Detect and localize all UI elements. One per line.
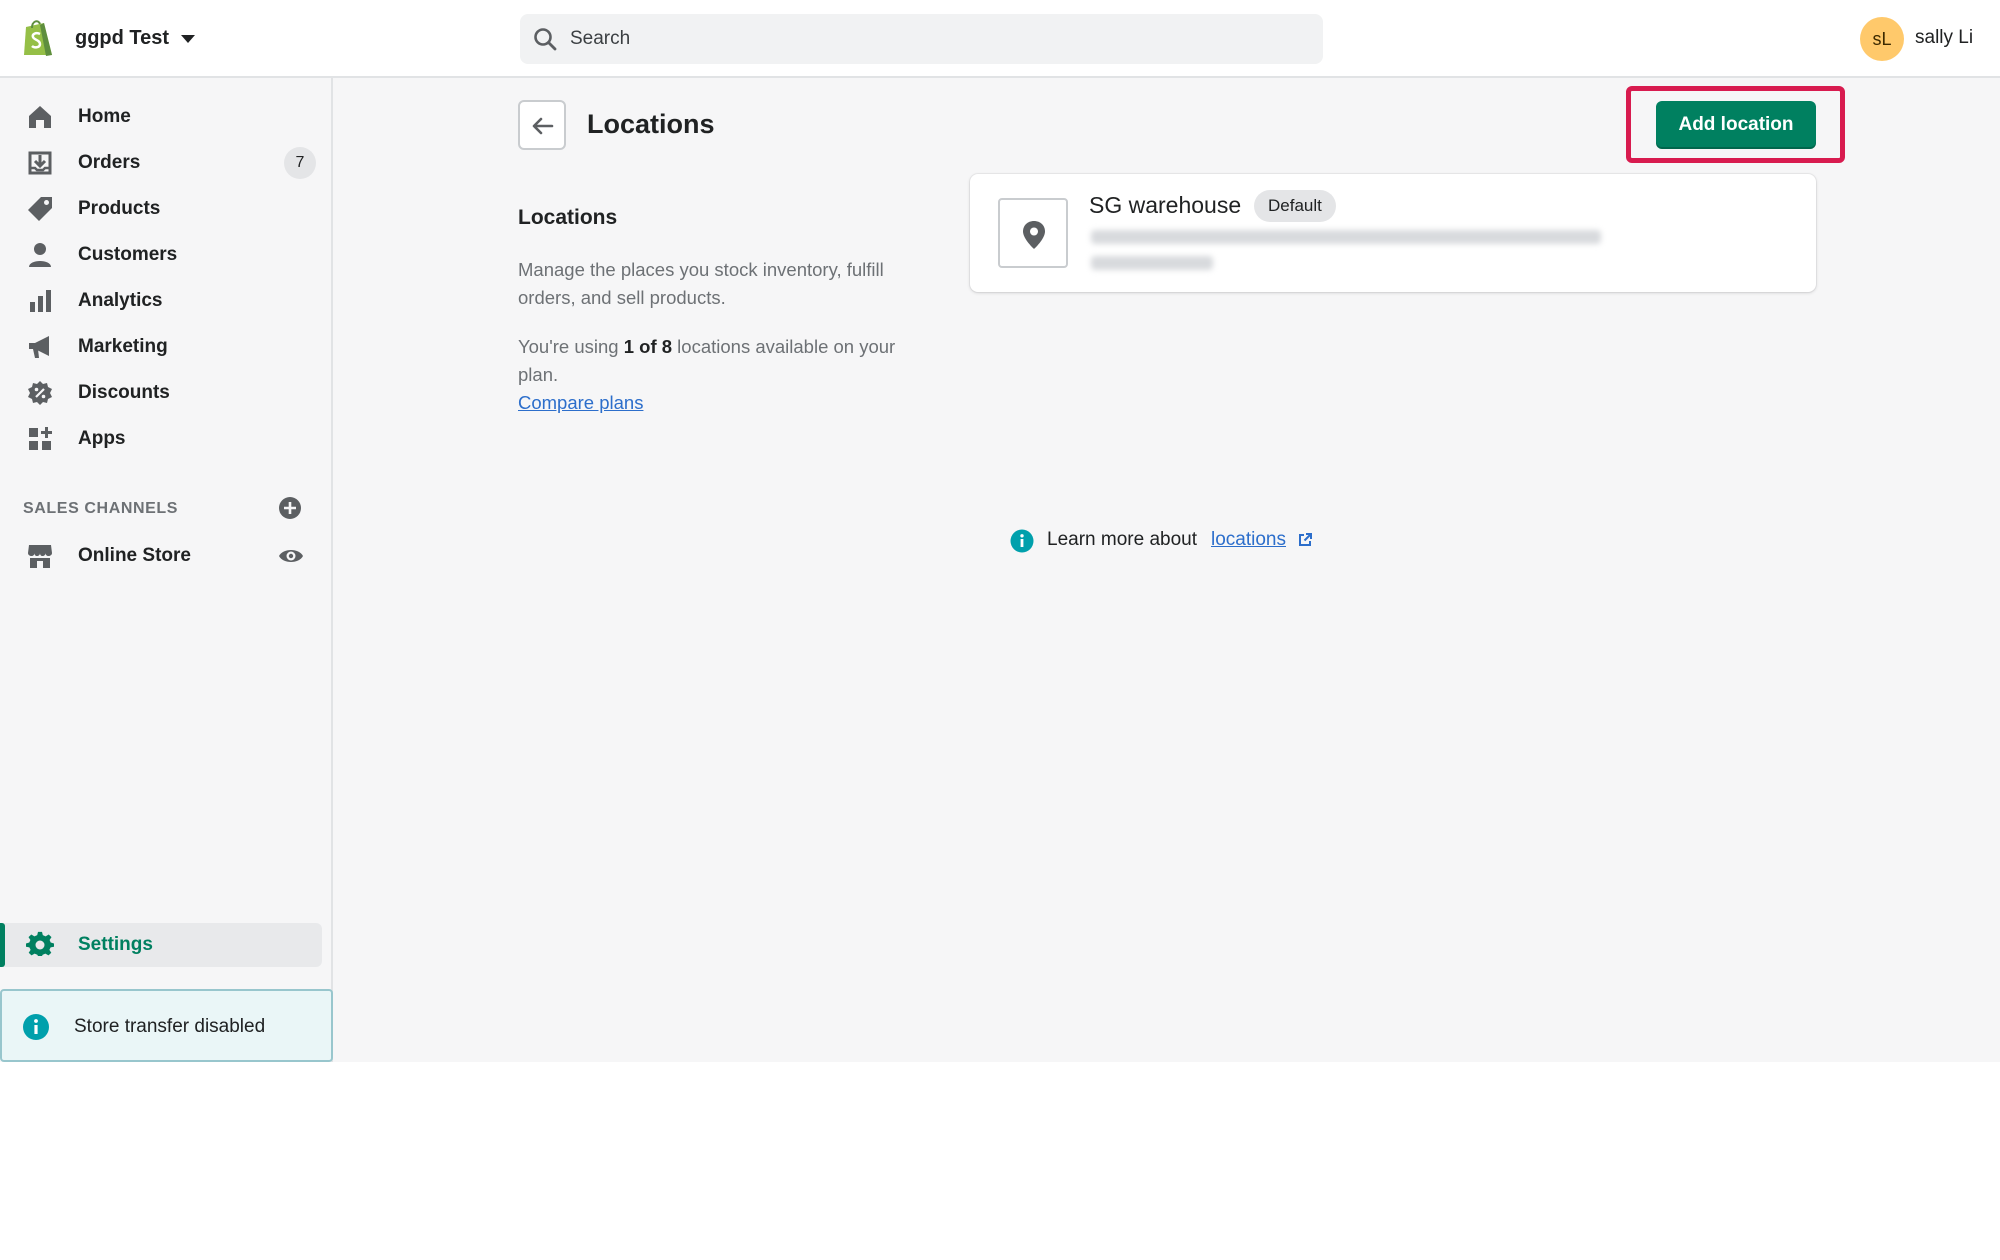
back-button[interactable] xyxy=(518,100,566,150)
sidebar-item-discounts[interactable]: Discounts xyxy=(0,371,320,415)
sidebar-item-online-store[interactable]: Online Store xyxy=(0,534,320,578)
sales-channels-heading: SALES CHANNELS xyxy=(23,500,179,517)
user-menu[interactable]: sally Li xyxy=(1915,27,1973,49)
sidebar-item-label: Online Store xyxy=(78,545,191,566)
location-thumbnail xyxy=(998,198,1068,268)
sidebar-item-home[interactable]: Home xyxy=(0,95,320,139)
person-icon xyxy=(29,243,51,267)
sidebar: Home Orders 7 Products Customers Analyti… xyxy=(0,78,333,1062)
sidebar-item-label: Apps xyxy=(78,428,126,449)
usage-count: 1 of 8 xyxy=(623,336,673,357)
sidebar-item-products[interactable]: Products xyxy=(0,187,320,231)
megaphone-icon xyxy=(29,336,49,358)
search-icon xyxy=(534,28,557,51)
sidebar-item-label: Customers xyxy=(78,244,178,265)
sidebar-item-analytics[interactable]: Analytics xyxy=(0,279,320,323)
sidebar-item-orders[interactable]: Orders 7 xyxy=(0,141,320,185)
bar-chart-icon xyxy=(30,290,51,312)
locations-help-link[interactable]: locations xyxy=(1211,529,1286,551)
sidebar-item-label: Discounts xyxy=(78,382,170,403)
info-icon xyxy=(23,1014,49,1040)
map-pin-icon xyxy=(1023,221,1045,249)
redacted-phone xyxy=(1091,256,1213,270)
admin-app: ggpd Test Search sL sally Li Home Orders… xyxy=(0,0,2000,1062)
add-location-button[interactable]: Add location xyxy=(1656,101,1816,149)
sidebar-item-label: Marketing xyxy=(78,336,168,357)
sidebar-item-label: Products xyxy=(78,198,161,219)
gear-icon xyxy=(26,931,54,957)
info-icon xyxy=(1010,529,1034,553)
sidebar-item-marketing[interactable]: Marketing xyxy=(0,325,320,369)
orders-icon xyxy=(28,151,52,175)
top-bar: ggpd Test Search sL sally Li xyxy=(0,0,2000,78)
sidebar-item-label: Settings xyxy=(78,934,153,955)
section-title: Locations xyxy=(518,206,618,229)
apps-icon xyxy=(29,427,52,450)
sidebar-item-settings[interactable]: Settings xyxy=(0,923,322,967)
learn-more-text: Learn more about xyxy=(1047,529,1197,550)
settings-row: Settings xyxy=(0,923,320,967)
redacted-address xyxy=(1091,230,1601,244)
store-transfer-banner: Store transfer disabled xyxy=(0,989,333,1062)
store-switcher[interactable]: ggpd Test xyxy=(75,27,169,50)
discount-icon xyxy=(28,381,52,405)
sidebar-item-customers[interactable]: Customers xyxy=(0,233,320,277)
eye-icon[interactable] xyxy=(278,544,304,568)
sidebar-item-label: Analytics xyxy=(78,290,163,311)
tag-icon xyxy=(28,197,52,221)
home-icon xyxy=(29,106,51,128)
shopify-logo-icon[interactable] xyxy=(20,17,56,59)
compare-plans-link[interactable]: Compare plans xyxy=(518,389,643,417)
location-card[interactable]: SG warehouse Default xyxy=(970,174,1816,292)
store-transfer-text: Store transfer disabled xyxy=(74,1016,266,1037)
section-description: Manage the places you stock inventory, f… xyxy=(518,259,884,308)
search-bar[interactable]: Search xyxy=(520,14,1323,64)
avatar[interactable]: sL xyxy=(1860,17,1904,61)
usage-prefix: You're using xyxy=(518,336,624,357)
sidebar-item-label: Home xyxy=(78,106,131,127)
store-icon xyxy=(28,545,52,568)
sidebar-item-label: Orders xyxy=(78,152,141,173)
location-name[interactable]: SG warehouse xyxy=(1089,192,1241,219)
add-sales-channel-icon[interactable] xyxy=(278,496,302,520)
orders-count-badge: 7 xyxy=(284,147,316,179)
sidebar-item-apps[interactable]: Apps xyxy=(0,417,320,461)
search-input[interactable]: Search xyxy=(570,28,630,50)
plan-usage-text: You're using 1 of 8 locations available … xyxy=(518,333,908,389)
page-title: Locations xyxy=(587,109,715,139)
arrow-left-icon xyxy=(532,117,554,135)
default-badge: Default xyxy=(1254,190,1336,222)
external-link-icon[interactable] xyxy=(1297,532,1313,548)
chevron-down-icon[interactable] xyxy=(181,35,195,43)
